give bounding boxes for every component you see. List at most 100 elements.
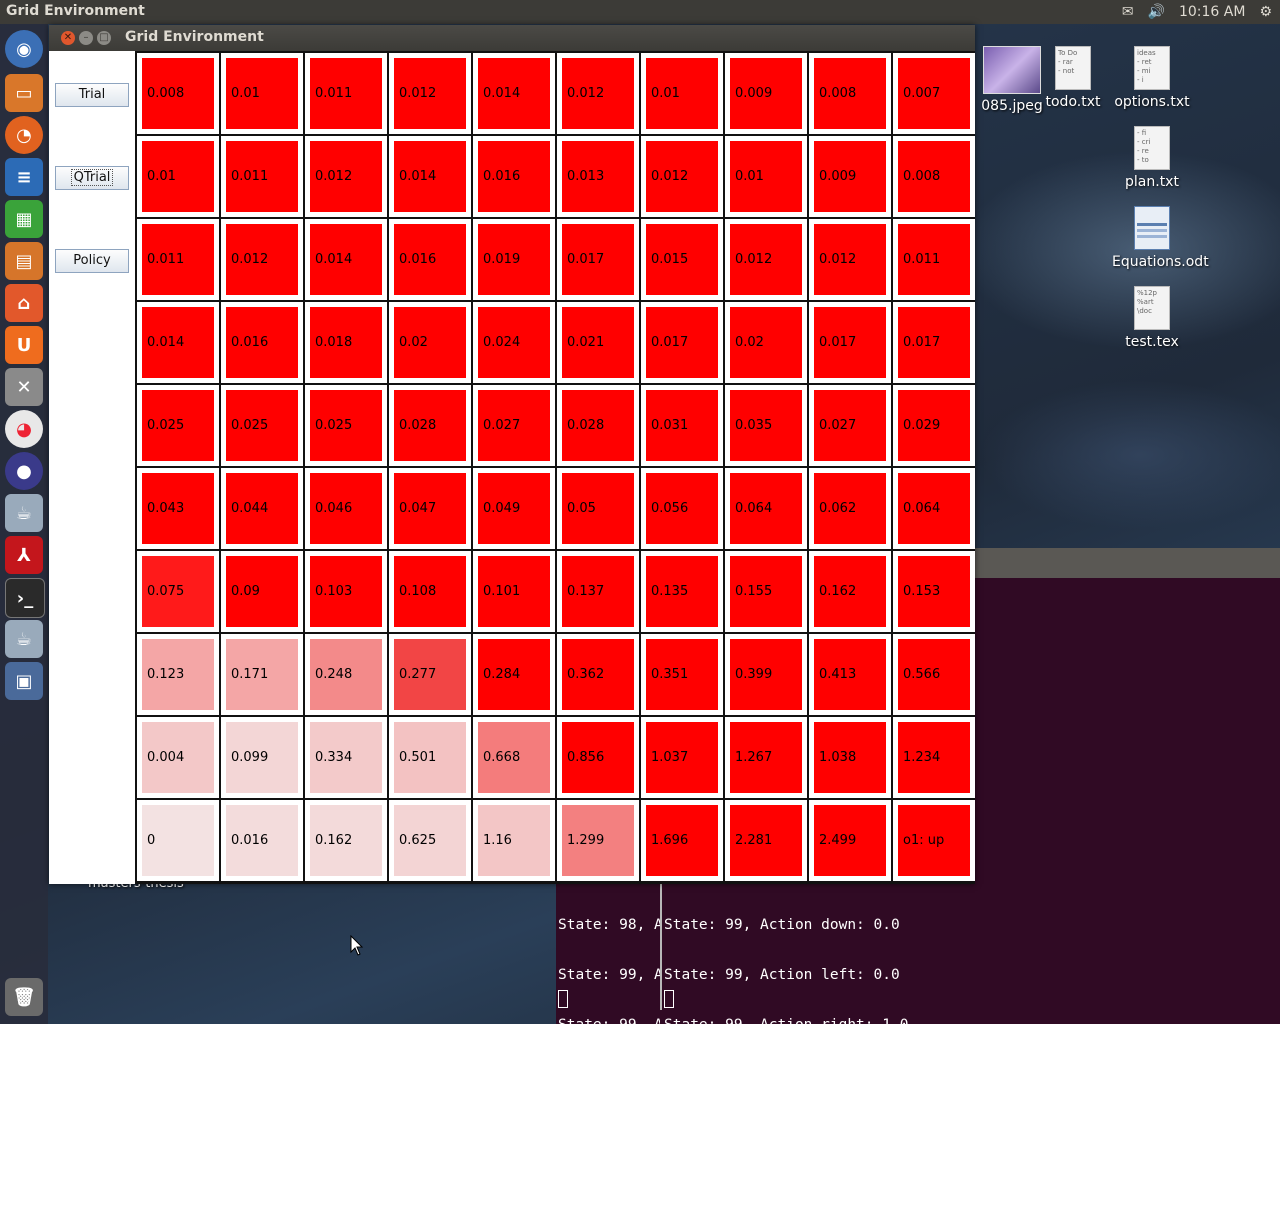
grid-cell[interactable]: 0.01 bbox=[221, 53, 303, 134]
desktop-icon-todo[interactable]: To Do - rar - not todo.txt bbox=[1033, 46, 1113, 110]
grid-cell[interactable]: 0.018 bbox=[305, 302, 387, 383]
close-icon[interactable]: ✕ bbox=[61, 31, 75, 45]
grid-cell[interactable]: 0.007 bbox=[893, 53, 975, 134]
grid-cell[interactable]: 0.016 bbox=[221, 800, 303, 881]
grid-cell[interactable]: 0.099 bbox=[221, 717, 303, 798]
grid-cell[interactable]: 0.027 bbox=[809, 385, 891, 466]
grid-cell[interactable]: 0.277 bbox=[389, 634, 471, 715]
grid-cell[interactable]: 0.011 bbox=[893, 219, 975, 300]
grid-cell[interactable]: 0.064 bbox=[725, 468, 807, 549]
settings-gear-icon[interactable]: ⚙ bbox=[1259, 4, 1272, 20]
grid-cell[interactable]: 0.171 bbox=[221, 634, 303, 715]
grid-cell[interactable]: 1.038 bbox=[809, 717, 891, 798]
grid-cell[interactable]: 0.016 bbox=[221, 302, 303, 383]
grid-cell[interactable]: 0.162 bbox=[809, 551, 891, 632]
grid-cell[interactable]: 0.01 bbox=[641, 53, 723, 134]
grid-cell[interactable]: 0.017 bbox=[809, 302, 891, 383]
grid-cell[interactable]: 0.351 bbox=[641, 634, 723, 715]
grid-cell[interactable]: 0.123 bbox=[137, 634, 219, 715]
mail-icon[interactable]: ✉ bbox=[1122, 4, 1134, 20]
grid-cell[interactable]: 0.101 bbox=[473, 551, 555, 632]
grid-cell[interactable]: 0.011 bbox=[305, 53, 387, 134]
grid-cell[interactable]: 0.05 bbox=[557, 468, 639, 549]
grid-cell[interactable]: 0.012 bbox=[725, 219, 807, 300]
grid-cell[interactable]: 0.625 bbox=[389, 800, 471, 881]
trial-button[interactable]: Trial bbox=[55, 83, 129, 107]
grid-cell[interactable]: 0.02 bbox=[389, 302, 471, 383]
grid-cell[interactable]: 2.499 bbox=[809, 800, 891, 881]
grid-cell[interactable]: 0.501 bbox=[389, 717, 471, 798]
grid-cell[interactable]: 0.011 bbox=[221, 136, 303, 217]
grid-cell[interactable]: 0.075 bbox=[137, 551, 219, 632]
grid-cell[interactable]: 0.017 bbox=[893, 302, 975, 383]
workspace-switcher-icon[interactable]: ▣ bbox=[5, 662, 43, 700]
minimize-icon[interactable]: – bbox=[79, 31, 93, 45]
grid-cell[interactable]: 0.284 bbox=[473, 634, 555, 715]
grid-cell[interactable]: 0.049 bbox=[473, 468, 555, 549]
grid-cell[interactable]: 0.014 bbox=[137, 302, 219, 383]
grid-cell[interactable]: 0 bbox=[137, 800, 219, 881]
grid-cell[interactable]: 0.01 bbox=[137, 136, 219, 217]
files-icon[interactable]: ▭ bbox=[5, 74, 43, 112]
grid-cell[interactable]: 0.103 bbox=[305, 551, 387, 632]
software-center-icon[interactable]: ⌂ bbox=[5, 284, 43, 322]
grid-cell[interactable]: 1.267 bbox=[725, 717, 807, 798]
impress-icon[interactable]: ▤ bbox=[5, 242, 43, 280]
grid-cell[interactable]: 0.016 bbox=[473, 136, 555, 217]
policy-button[interactable]: Policy bbox=[55, 249, 129, 273]
grid-cell[interactable]: 0.044 bbox=[221, 468, 303, 549]
grid-cell[interactable]: 0.021 bbox=[557, 302, 639, 383]
grid-cell[interactable]: 1.696 bbox=[641, 800, 723, 881]
grid-cell[interactable]: 0.012 bbox=[557, 53, 639, 134]
writer-icon[interactable]: ≡ bbox=[5, 158, 43, 196]
grid-cell[interactable]: 0.031 bbox=[641, 385, 723, 466]
grid-cell[interactable]: 0.024 bbox=[473, 302, 555, 383]
grid-cell[interactable]: 0.014 bbox=[473, 53, 555, 134]
grid-cell[interactable]: 0.008 bbox=[809, 53, 891, 134]
grid-cell[interactable]: 2.281 bbox=[725, 800, 807, 881]
grid-cell[interactable]: 0.028 bbox=[557, 385, 639, 466]
grid-cell[interactable]: 0.155 bbox=[725, 551, 807, 632]
grid-cell[interactable]: 0.008 bbox=[137, 53, 219, 134]
grid-cell[interactable]: 0.025 bbox=[221, 385, 303, 466]
desktop-icon-options[interactable]: ideas - ret - mi - i options.txt bbox=[1112, 46, 1192, 110]
grid-cell[interactable]: 0.09 bbox=[221, 551, 303, 632]
grid-cell[interactable]: 0.028 bbox=[389, 385, 471, 466]
ubuntu-one-icon[interactable]: U bbox=[5, 326, 43, 364]
java-app-icon[interactable]: ☕ bbox=[5, 494, 43, 532]
grid-cell[interactable]: 0.362 bbox=[557, 634, 639, 715]
clock[interactable]: 10:16 AM bbox=[1179, 4, 1245, 20]
desktop-icon-equations[interactable]: Equations.odt bbox=[1112, 206, 1209, 270]
grid-cell[interactable]: 0.012 bbox=[641, 136, 723, 217]
grid-cell[interactable]: 0.029 bbox=[893, 385, 975, 466]
calc-icon[interactable]: ▦ bbox=[5, 200, 43, 238]
system-settings-icon[interactable]: ✕ bbox=[5, 368, 43, 406]
grid-cell[interactable]: 0.566 bbox=[893, 634, 975, 715]
grid-cell[interactable]: 0.025 bbox=[137, 385, 219, 466]
grid-cell[interactable]: o1: up bbox=[893, 800, 975, 881]
grid-cell[interactable]: 0.004 bbox=[137, 717, 219, 798]
desktop-icon-plan[interactable]: - fi - cri - re - to plan.txt bbox=[1112, 126, 1192, 190]
grid-cell[interactable]: 0.668 bbox=[473, 717, 555, 798]
grid-cell[interactable]: 0.013 bbox=[557, 136, 639, 217]
grid-cell[interactable]: 0.014 bbox=[305, 219, 387, 300]
trash-icon[interactable]: 🗑 bbox=[5, 978, 43, 1016]
grid-cell[interactable]: 0.043 bbox=[137, 468, 219, 549]
grid-cell[interactable]: 1.16 bbox=[473, 800, 555, 881]
desktop-icon-test[interactable]: %12p %art \doc test.tex bbox=[1112, 286, 1192, 350]
grid-cell[interactable]: 0.012 bbox=[221, 219, 303, 300]
grid-cell[interactable]: 0.108 bbox=[389, 551, 471, 632]
grid-cell[interactable]: 0.025 bbox=[305, 385, 387, 466]
qtrial-button[interactable]: QTrial bbox=[55, 166, 129, 190]
terminal-icon[interactable]: ›_ bbox=[5, 578, 45, 618]
adobe-reader-icon[interactable]: ⅄ bbox=[5, 536, 43, 574]
grid-cell[interactable]: 0.248 bbox=[305, 634, 387, 715]
chrome-icon[interactable]: ◕ bbox=[5, 410, 43, 448]
grid-cell[interactable]: 0.062 bbox=[809, 468, 891, 549]
java-app-icon-2[interactable]: ☕ bbox=[5, 620, 43, 658]
dash-home-icon[interactable]: ◉ bbox=[5, 30, 43, 68]
grid-cell[interactable]: 0.056 bbox=[641, 468, 723, 549]
grid-cell[interactable]: 0.413 bbox=[809, 634, 891, 715]
grid-cell[interactable]: 0.016 bbox=[389, 219, 471, 300]
grid-cell[interactable]: 0.135 bbox=[641, 551, 723, 632]
